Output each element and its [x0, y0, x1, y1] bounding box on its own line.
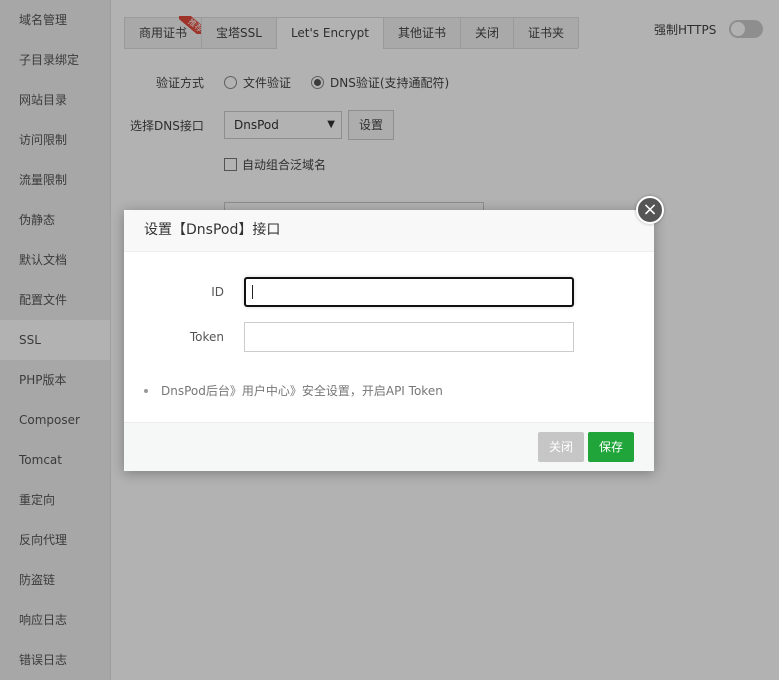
dialog-footer: 关闭 保存	[124, 422, 654, 471]
dialog-tip: DnsPod后台》用户中心》安全设置，开启API Token	[144, 382, 443, 399]
dialog-title: 设置【DnsPod】接口	[124, 210, 654, 252]
id-input[interactable]	[244, 277, 574, 307]
bullet-icon	[144, 388, 148, 393]
close-button[interactable]: 关闭	[538, 432, 585, 462]
save-button[interactable]: 保存	[588, 432, 635, 462]
id-row: ID	[124, 277, 574, 307]
id-label: ID	[211, 285, 224, 299]
text-cursor	[252, 285, 253, 299]
token-row: Token	[124, 322, 574, 352]
token-input[interactable]	[244, 322, 574, 352]
close-icon[interactable]: ×	[636, 196, 664, 224]
dnspod-dialog: 设置【DnsPod】接口 × ID Token DnsPod后台》用户中心》安全…	[124, 196, 664, 471]
token-label: Token	[189, 330, 224, 344]
tip-text: DnsPod后台》用户中心》安全设置，开启API Token	[161, 384, 443, 398]
